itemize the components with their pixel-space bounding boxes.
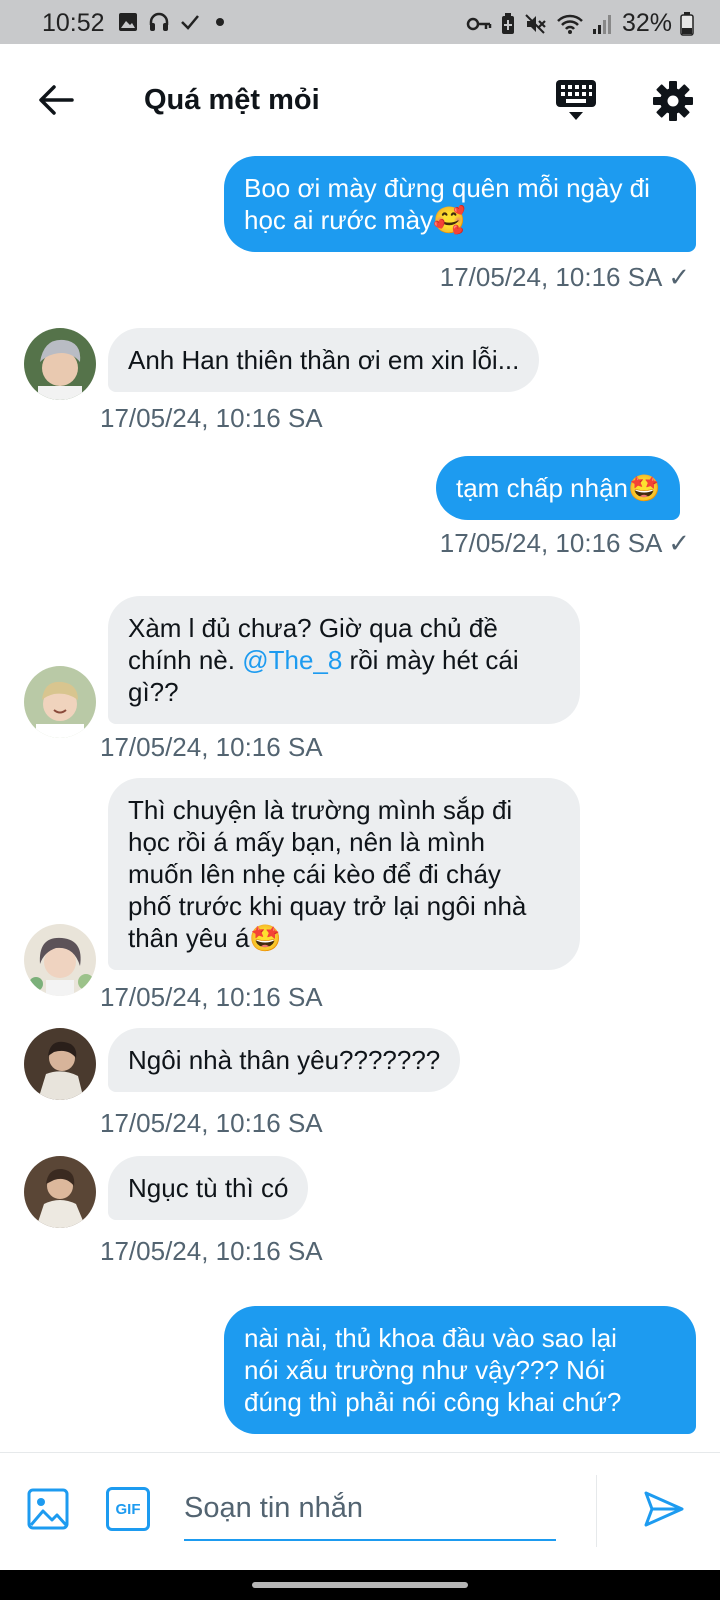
signal-icon xyxy=(592,14,611,34)
message-timestamp: 17/05/24, 10:16 SA ✓ xyxy=(440,262,690,293)
message-bubble[interactable]: Ngục tù thì có xyxy=(108,1156,309,1220)
user-mention-link[interactable]: @The_8 xyxy=(242,645,342,675)
status-time: 10:52 xyxy=(42,9,105,37)
home-gesture-handle[interactable] xyxy=(252,1582,468,1588)
message-bubble[interactable]: Anh Han thiên thần ơi em xin lỗi... xyxy=(108,328,540,392)
read-check-icon: ✓ xyxy=(668,262,690,292)
message-bubble[interactable]: nài nài, thủ khoa đầu vào sao lại nói xấ… xyxy=(224,1306,696,1434)
headset-icon xyxy=(149,12,169,31)
message-list[interactable]: Boo ơi mày đừng quên mỗi ngày đi học ai … xyxy=(0,154,720,1452)
compose-message-input[interactable] xyxy=(184,1477,556,1541)
send-icon[interactable] xyxy=(642,1487,686,1531)
message-timestamp: 17/05/24, 10:16 SA xyxy=(100,982,323,1012)
message-outgoing[interactable]: tạm chấp nhận🤩 xyxy=(436,456,681,520)
message-timestamp: 17/05/24, 10:16 SA xyxy=(100,403,323,433)
message-bubble[interactable]: Xàm l đủ chưa? Giờ qua chủ đề chính nè. … xyxy=(108,596,580,724)
message-incoming[interactable]: Xàm l đủ chưa? Giờ qua chủ đề chính nè. … xyxy=(108,596,580,724)
message-bubble[interactable]: Ngôi nhà thân yêu??????? xyxy=(108,1028,461,1092)
message-composer: GIF xyxy=(0,1452,720,1570)
message-timestamp: 17/05/24, 10:16 SA xyxy=(100,732,323,762)
battery-icon xyxy=(680,11,694,36)
avatar-grey-hair xyxy=(24,328,96,400)
composer-divider xyxy=(596,1475,597,1547)
gif-icon[interactable]: GIF xyxy=(106,1487,150,1531)
avatar-smiling xyxy=(24,666,96,738)
key-icon xyxy=(466,17,492,30)
avatar[interactable] xyxy=(24,1028,96,1100)
message-outgoing[interactable]: nài nài, thủ khoa đầu vào sao lại nói xấ… xyxy=(224,1306,696,1434)
timestamp-text: 17/05/24, 10:16 SA xyxy=(439,528,661,558)
message-timestamp: 17/05/24, 10:16 SA ✓ xyxy=(440,528,690,559)
check-icon xyxy=(181,15,199,30)
message-incoming[interactable]: Ngục tù thì có xyxy=(108,1156,309,1220)
read-check-icon: ✓ xyxy=(668,528,690,558)
message-incoming[interactable]: Anh Han thiên thần ơi em xin lỗi... xyxy=(108,328,540,392)
wifi-icon xyxy=(557,14,583,34)
back-arrow-icon[interactable] xyxy=(36,80,76,120)
gear-icon[interactable] xyxy=(652,80,694,122)
mute-icon xyxy=(525,13,546,34)
avatar[interactable] xyxy=(24,328,96,400)
message-timestamp: 17/05/24, 10:16 SA xyxy=(100,1108,323,1138)
message-bubble[interactable]: Thì chuyện là trường mình sắp đi học rồi… xyxy=(108,778,580,970)
message-bubble[interactable]: tạm chấp nhận🤩 xyxy=(436,456,681,520)
avatar-dark-2 xyxy=(24,1156,96,1228)
battery-saver-icon xyxy=(501,12,514,34)
avatar-flowers xyxy=(24,924,96,996)
timestamp-text: 17/05/24, 10:16 SA xyxy=(439,262,661,292)
status-bar: 10:52 32% xyxy=(0,0,720,44)
keyboard-icon[interactable] xyxy=(554,78,598,122)
status-left-icons xyxy=(118,12,230,32)
image-icon xyxy=(119,13,137,31)
image-icon[interactable] xyxy=(26,1487,70,1531)
dot-icon xyxy=(216,18,224,26)
avatar[interactable] xyxy=(24,924,96,996)
avatar[interactable] xyxy=(24,666,96,738)
message-outgoing[interactable]: Boo ơi mày đừng quên mỗi ngày đi học ai … xyxy=(224,156,696,252)
message-timestamp: 17/05/24, 10:16 SA xyxy=(100,1236,323,1266)
status-right-icons: 32% xyxy=(466,9,694,38)
conversation-header: Quá mệt mỏi xyxy=(0,44,720,154)
battery-percent: 32% xyxy=(621,9,672,37)
message-incoming[interactable]: Ngôi nhà thân yêu??????? xyxy=(108,1028,461,1092)
conversation-title[interactable]: Quá mệt mỏi xyxy=(144,84,320,117)
message-bubble[interactable]: Boo ơi mày đừng quên mỗi ngày đi học ai … xyxy=(224,156,696,252)
avatar[interactable] xyxy=(24,1156,96,1228)
message-incoming[interactable]: Thì chuyện là trường mình sắp đi học rồi… xyxy=(108,778,580,970)
avatar-dark-1 xyxy=(24,1028,96,1100)
system-nav-bar xyxy=(0,1570,720,1600)
